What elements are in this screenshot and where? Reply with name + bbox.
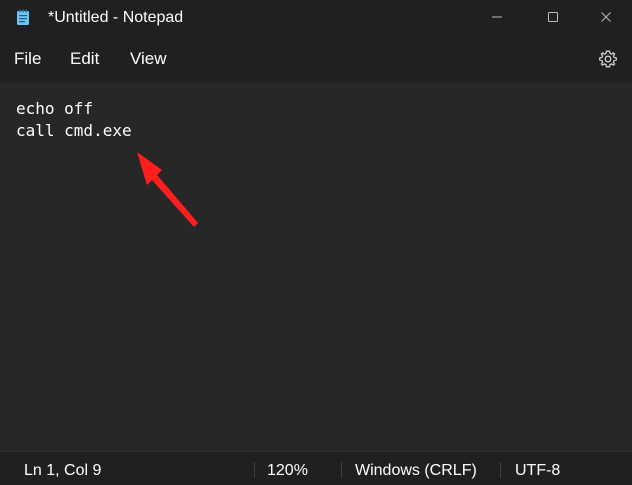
status-divider <box>254 462 255 478</box>
editor-line: echo off <box>16 99 94 118</box>
cursor-position[interactable]: Ln 1, Col 9 <box>24 452 101 485</box>
title-bar[interactable]: *Untitled - Notepad <box>0 0 632 36</box>
gear-icon[interactable] <box>598 49 618 69</box>
menu-file[interactable]: File <box>14 36 41 82</box>
zoom-level[interactable]: 120% <box>267 452 308 485</box>
maximize-icon <box>548 12 558 22</box>
status-divider <box>500 462 501 478</box>
notepad-icon <box>17 9 29 25</box>
status-divider <box>341 462 342 478</box>
arrow-shape <box>137 152 198 227</box>
minimize-icon <box>492 16 502 18</box>
menu-view[interactable]: View <box>130 36 167 82</box>
menu-bar: File Edit View <box>0 36 632 82</box>
notepad-window: *Untitled - Notepad File Edit View echo … <box>0 0 632 485</box>
close-icon <box>601 12 611 22</box>
encoding[interactable]: UTF-8 <box>515 452 560 485</box>
status-bar: Ln 1, Col 9 120% Windows (CRLF) UTF-8 <box>0 451 632 485</box>
close-button[interactable] <box>583 0 629 34</box>
menu-edit[interactable]: Edit <box>70 36 99 82</box>
maximize-button[interactable] <box>530 0 576 34</box>
window-title: *Untitled - Notepad <box>48 9 184 26</box>
line-ending[interactable]: Windows (CRLF) <box>355 452 477 485</box>
editor-line: call cmd.exe <box>16 121 132 140</box>
minimize-button[interactable] <box>474 0 520 34</box>
text-editor[interactable]: echo off call cmd.exe <box>0 82 632 451</box>
